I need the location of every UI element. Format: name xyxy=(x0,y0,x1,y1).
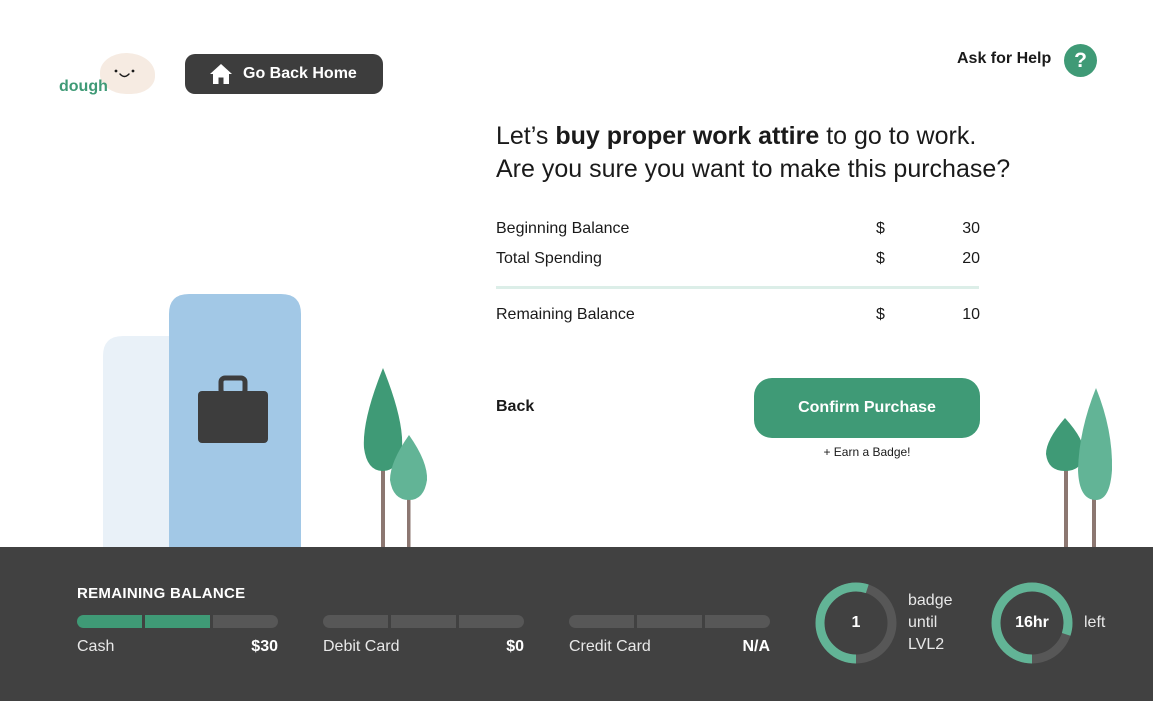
badge-caption: badge until LVL2 xyxy=(908,590,953,656)
bar-segment xyxy=(705,615,770,628)
prompt-line1-post: to go to work. xyxy=(819,122,977,150)
badge-count: 1 xyxy=(851,614,861,631)
balance-footer: REMAINING BALANCE Cash $30 Debit Card $0… xyxy=(0,547,1153,701)
badge-caption-line1: badge xyxy=(908,592,953,609)
remaining-balance-title: REMAINING BALANCE xyxy=(77,585,246,602)
bar-segment xyxy=(323,615,388,628)
time-left-value: 16hr xyxy=(1015,614,1049,631)
debit-progress-bar xyxy=(323,615,524,628)
cash-label: Cash xyxy=(77,638,115,655)
purchase-prompt: Let’s buy proper work attire to go to wo… xyxy=(496,120,1136,186)
scene-illustration xyxy=(103,294,1113,548)
tree-icon xyxy=(363,368,428,548)
credit-progress-bar xyxy=(569,615,770,628)
credit-card-label: Credit Card xyxy=(569,638,651,655)
credit-card-value: N/A xyxy=(742,638,770,655)
total-spending-row: Total Spending $ 20 xyxy=(496,250,980,274)
prompt-line2: Are you sure you want to make this purch… xyxy=(496,155,1011,183)
help-icon[interactable]: ? xyxy=(1064,44,1097,77)
prompt-line1-pre: Let’s xyxy=(496,122,556,150)
bar-segment xyxy=(569,615,634,628)
go-back-home-button[interactable]: Go Back Home xyxy=(185,54,383,94)
beginning-balance-row: Beginning Balance $ 30 xyxy=(496,220,980,244)
card-back xyxy=(103,336,175,547)
debit-card-value: $0 xyxy=(506,638,524,655)
go-back-home-label: Go Back Home xyxy=(243,65,357,82)
bar-segment xyxy=(459,615,524,628)
prompt-line1-bold: buy proper work attire xyxy=(555,122,820,150)
ask-for-help-link[interactable]: Ask for Help xyxy=(957,50,1051,68)
logo-face-icon xyxy=(114,69,135,78)
badge-caption-line3: LVL2 xyxy=(908,636,945,653)
row-amount: 20 xyxy=(962,250,980,267)
bar-segment xyxy=(213,615,278,628)
badge-caption-line2: until xyxy=(908,614,938,631)
row-label: Total Spending xyxy=(496,250,602,267)
bar-segment xyxy=(145,615,210,628)
home-icon xyxy=(210,64,232,84)
row-currency: $ xyxy=(876,250,885,267)
row-amount: 30 xyxy=(962,220,980,237)
row-label: Beginning Balance xyxy=(496,220,630,237)
bar-segment xyxy=(637,615,702,628)
bar-segment xyxy=(77,615,142,628)
bar-segment xyxy=(391,615,456,628)
cash-value: $30 xyxy=(251,638,278,655)
row-currency: $ xyxy=(876,220,885,237)
tree-icon xyxy=(1046,388,1113,548)
cash-progress-bar xyxy=(77,615,278,628)
debit-card-label: Debit Card xyxy=(323,638,400,655)
app-logo[interactable]: dough xyxy=(59,78,108,96)
time-left-caption: left xyxy=(1084,614,1106,631)
